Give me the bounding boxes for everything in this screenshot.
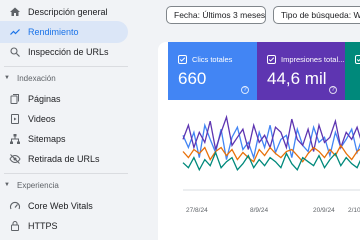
checkbox-checked-icon[interactable]: [178, 55, 187, 64]
nav-item-https[interactable]: HTTPS: [0, 215, 128, 237]
nav-label: Rendimiento: [28, 27, 79, 37]
section-header-indexing[interactable]: ▼ Indexación: [0, 70, 128, 86]
nav-label: Páginas: [28, 94, 61, 104]
x-tick-label: 27/8/24: [186, 207, 208, 214]
help-icon[interactable]: ?: [329, 86, 337, 94]
metric-card-ctr[interactable]: [345, 42, 360, 100]
sidebar: Descripción general Rendimiento Inspecci…: [0, 0, 132, 240]
pages-icon: [9, 93, 21, 105]
video-icon: [9, 113, 21, 125]
nav-label: HTTPS: [28, 221, 58, 231]
x-tick-label: 20/9/24: [313, 207, 335, 214]
section-title: Experiencia: [17, 180, 59, 190]
section-title: Indexación: [17, 73, 56, 83]
lock-icon: [9, 220, 21, 232]
nav-item-performance[interactable]: Rendimiento: [0, 21, 128, 43]
metric-value: 660: [178, 69, 207, 88]
nav-label: Inspección de URLs: [28, 47, 109, 57]
series-line-3: [182, 150, 360, 172]
trending-up-icon: [9, 26, 21, 38]
metric-label-row: Impresiones total...: [267, 55, 344, 64]
visibility-off-icon: [9, 153, 21, 165]
performance-line-chart: 27/8/24 8/9/24 20/9/24 2/10/2: [182, 114, 360, 214]
divider: [4, 66, 128, 67]
nav-item-pages[interactable]: Páginas: [0, 88, 128, 110]
nav-item-videos[interactable]: Videos: [0, 108, 128, 130]
performance-card: Clics totales 660 ? Impresiones total...…: [158, 42, 360, 240]
search-icon: [9, 46, 21, 58]
nav-item-removals[interactable]: Retirada de URLs: [0, 148, 128, 170]
speed-icon: [9, 200, 21, 212]
nav-label: Descripción general: [28, 7, 108, 17]
nav-label: Videos: [28, 114, 56, 124]
divider: [4, 173, 128, 174]
nav-item-overview[interactable]: Descripción general: [0, 1, 128, 23]
sitemap-icon: [9, 133, 21, 145]
help-icon[interactable]: ?: [241, 86, 249, 94]
collapse-icon: ▼: [4, 75, 10, 81]
search-type-filter-dropdown[interactable]: Tipo de búsqueda: Web: [273, 6, 360, 24]
nav-item-url-inspection[interactable]: Inspección de URLs: [0, 41, 128, 63]
nav-item-sitemaps[interactable]: Sitemaps: [0, 128, 128, 150]
date-filter-dropdown[interactable]: Fecha: Últimos 3 meses ▼: [166, 6, 266, 24]
metric-value: 44,6 mil: [267, 69, 327, 88]
metric-label: Clics totales: [192, 55, 233, 64]
nav-item-core-web-vitals[interactable]: Core Web Vitals: [0, 195, 128, 217]
nav-label: Sitemaps: [28, 134, 66, 144]
metric-label-row: [355, 55, 360, 64]
nav-label: Core Web Vitals: [28, 201, 93, 211]
metric-card-impressions[interactable]: Impresiones total... 44,6 mil ?: [257, 42, 345, 100]
home-icon: [9, 6, 21, 18]
x-tick-label: 2/10/2: [348, 207, 360, 214]
metric-label: Impresiones total...: [281, 55, 345, 64]
nav-label: Retirada de URLs: [28, 154, 100, 164]
metric-label-row: Clics totales: [178, 55, 232, 64]
search-type-filter-label: Tipo de búsqueda: Web: [281, 10, 360, 20]
section-header-experience[interactable]: ▼ Experiencia: [0, 177, 128, 193]
checkbox-checked-icon[interactable]: [267, 55, 276, 64]
x-tick-label: 8/9/24: [250, 207, 268, 214]
metric-card-clicks[interactable]: Clics totales 660 ?: [168, 42, 257, 100]
collapse-icon: ▼: [4, 182, 10, 188]
checkbox-checked-icon[interactable]: [355, 55, 360, 64]
date-filter-label: Fecha: Últimos 3 meses: [174, 10, 266, 20]
